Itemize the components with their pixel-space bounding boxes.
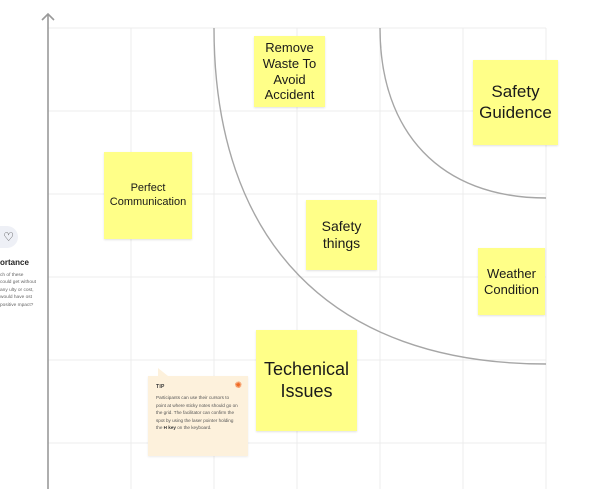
sticky-note-techenical-issues[interactable]: Techenical Issues <box>256 330 357 431</box>
tip-card[interactable]: TIP ✺ Participants can use their cursors… <box>148 368 248 456</box>
tip-key: H key <box>163 425 176 431</box>
sticky-note-safety-things[interactable]: Safety things <box>306 200 377 270</box>
axis-description: ch of these could get without any ulty o… <box>0 273 37 308</box>
sticky-note-weather-condition[interactable]: Weather Condition <box>478 248 545 315</box>
sticky-note-remove-waste[interactable]: Remove Waste To Avoid Accident <box>254 36 325 107</box>
tip-body: Participants can use their cursors to po… <box>156 394 240 432</box>
axis-label: ortance <box>0 258 29 267</box>
tip-body-end: on the keyboard. <box>175 425 212 431</box>
lightbulb-icon: ✺ <box>234 380 242 390</box>
sticky-note-perfect-communication[interactable]: Perfect Communication <box>104 152 192 239</box>
tip-title: TIP <box>156 384 165 390</box>
sticky-note-safety-guidence[interactable]: Safety Guidence <box>473 60 558 145</box>
